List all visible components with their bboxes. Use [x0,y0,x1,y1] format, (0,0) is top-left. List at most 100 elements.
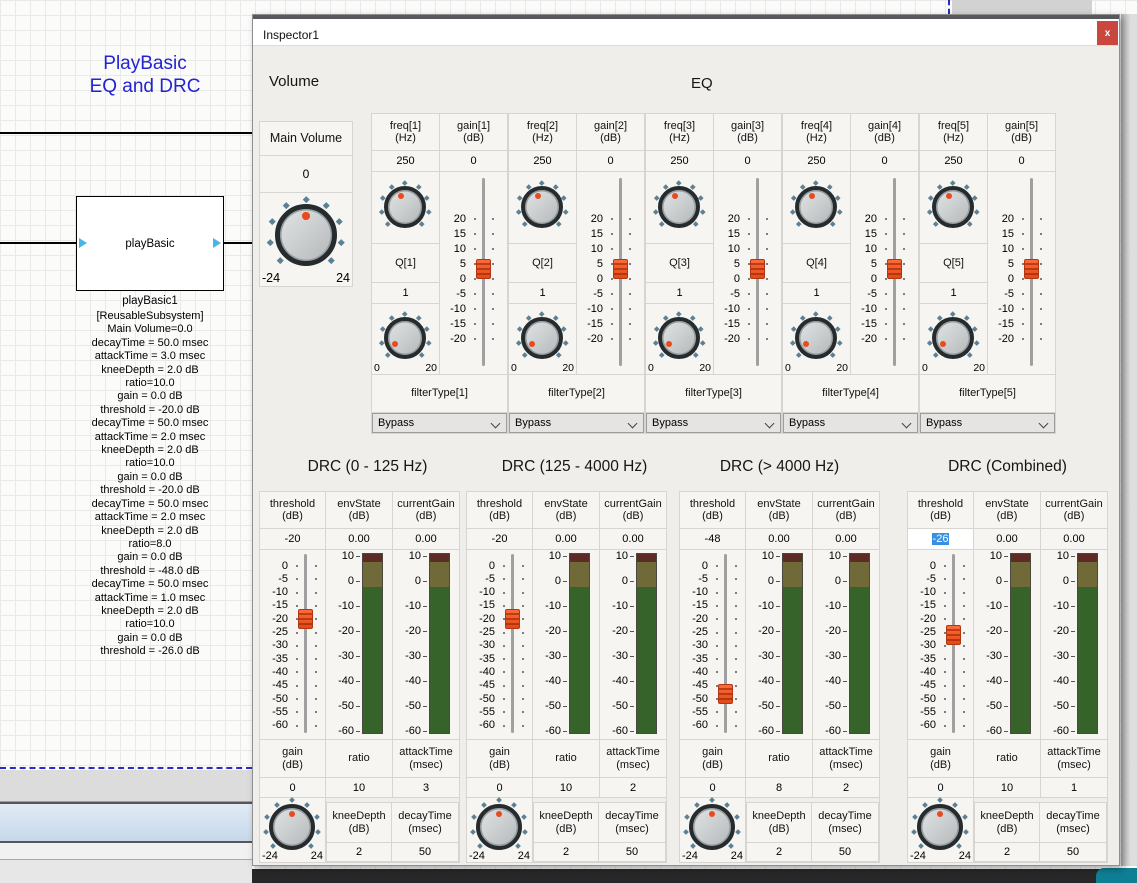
output-wire[interactable] [224,242,252,244]
threshold-value[interactable]: -26 [908,529,973,549]
knob-tick-icon [677,181,682,186]
slider-handle[interactable] [1024,259,1039,279]
slider-handle[interactable] [613,259,628,279]
slider-tick-label: 5 [440,258,466,270]
gain-knob[interactable]: -2424 [260,798,325,862]
signal-wire[interactable] [0,132,252,134]
filter-type-dropdown[interactable]: Bypass [509,413,644,433]
kneedepth-value[interactable]: 2 [327,843,391,861]
slider-track[interactable] [511,554,514,733]
slider-handle[interactable] [946,625,961,645]
ratio-value[interactable]: 10 [533,778,599,797]
slider-handle[interactable] [887,259,902,279]
gain-value[interactable]: 0 [680,778,745,797]
filter-type-dropdown[interactable]: Bypass [783,413,918,433]
slider-handle[interactable] [298,609,313,629]
slider-tick-label: 15 [440,228,466,240]
slider-tick-icon [492,218,494,220]
main-volume-knob[interactable]: -2424 [260,193,352,286]
meter-tick-icon [1004,681,1008,682]
attacktime-value[interactable]: 3 [393,778,459,797]
q-knob[interactable]: 020 [646,304,713,374]
freq-knob[interactable] [509,172,576,243]
q-knob[interactable]: 020 [372,304,439,374]
q-value[interactable]: 1 [920,283,987,303]
q-value[interactable]: 1 [372,283,439,303]
gain-knob[interactable]: -2424 [908,798,973,862]
input-wire[interactable] [0,242,77,244]
q-value[interactable]: 1 [783,283,850,303]
decaytime-value[interactable]: 50 [392,843,458,861]
slider-tick-icon [963,592,965,594]
meter-tick-icon [563,581,567,582]
ratio-value[interactable]: 10 [974,778,1040,797]
freq-value[interactable]: 250 [646,151,713,171]
freq-knob[interactable] [372,172,439,243]
filter-type-dropdown[interactable]: Bypass [920,413,1055,433]
slider-handle[interactable] [718,684,733,704]
gain-value[interactable]: 0 [467,778,532,797]
freq-header: freq[4](Hz) [783,114,850,150]
decaytime-value[interactable]: 50 [1040,843,1106,861]
ratio-value[interactable]: 10 [326,778,392,797]
gain-value[interactable]: 0 [260,778,325,797]
gain-value[interactable]: 0 [851,151,918,171]
main-volume-value[interactable]: 0 [260,156,352,192]
attacktime-value[interactable]: 2 [600,778,666,797]
freq-knob[interactable] [783,172,850,243]
q-value[interactable]: 1 [646,283,713,303]
slider-tick-label: -25 [680,626,708,638]
gain-knob[interactable]: -2424 [680,798,745,862]
selected-text: -26 [932,533,950,545]
meter-tick-icon [1071,706,1075,707]
attacktime-value[interactable]: 2 [813,778,879,797]
gain-knob[interactable]: -2424 [467,798,532,862]
freq-knob[interactable] [920,172,987,243]
attacktime-value[interactable]: 1 [1041,778,1107,797]
freq-value[interactable]: 250 [783,151,850,171]
freq-value[interactable]: 250 [372,151,439,171]
meter-tick-label: 0 [746,575,774,587]
slider-tick-icon [963,565,965,567]
close-button[interactable]: x [1097,21,1118,45]
gain-value[interactable]: 0 [577,151,644,171]
kneedepth-value[interactable]: 2 [747,843,811,861]
meter-tick-icon [1004,606,1008,607]
slider-handle[interactable] [750,259,765,279]
slider-track[interactable] [304,554,307,733]
decaytime-value[interactable]: 50 [599,843,665,861]
threshold-value[interactable]: -20 [260,529,325,549]
window-titlebar[interactable]: Inspector1 [253,19,1119,46]
freq-knob[interactable] [646,172,713,243]
freq-value[interactable]: 250 [509,151,576,171]
ratio-value[interactable]: 8 [746,778,812,797]
q-knob[interactable]: 020 [920,304,987,374]
threshold-header: threshold(dB) [260,492,325,528]
slider-tick-icon [885,218,887,220]
kneedepth-value[interactable]: 2 [534,843,598,861]
slider-handle[interactable] [476,259,491,279]
q-knob[interactable]: 020 [509,304,576,374]
slider-track[interactable] [724,554,727,733]
slider-handle[interactable] [505,609,520,629]
slider-tick-icon [735,565,737,567]
q-knob[interactable]: 020 [783,304,850,374]
gain-value[interactable]: 0 [714,151,781,171]
gain-value[interactable]: 0 [440,151,507,171]
freq-header: freq[3](Hz) [646,114,713,150]
freq-value[interactable]: 250 [920,151,987,171]
threshold-value[interactable]: -20 [467,529,532,549]
slider-tick-icon [963,698,965,700]
filter-type-dropdown[interactable]: Bypass [372,413,507,433]
filter-type-dropdown[interactable]: Bypass [646,413,781,433]
knob-body [795,317,837,359]
playbasic-subsystem-block[interactable]: playBasic [76,196,224,291]
kneedepth-value[interactable]: 2 [975,843,1039,861]
gain-value[interactable]: 0 [908,778,973,797]
decaytime-value[interactable]: 50 [812,843,878,861]
meter-tick-label: -40 [393,675,421,687]
knob-tick-icon [974,209,979,214]
threshold-value[interactable]: -48 [680,529,745,549]
q-value[interactable]: 1 [509,283,576,303]
gain-value[interactable]: 0 [988,151,1055,171]
